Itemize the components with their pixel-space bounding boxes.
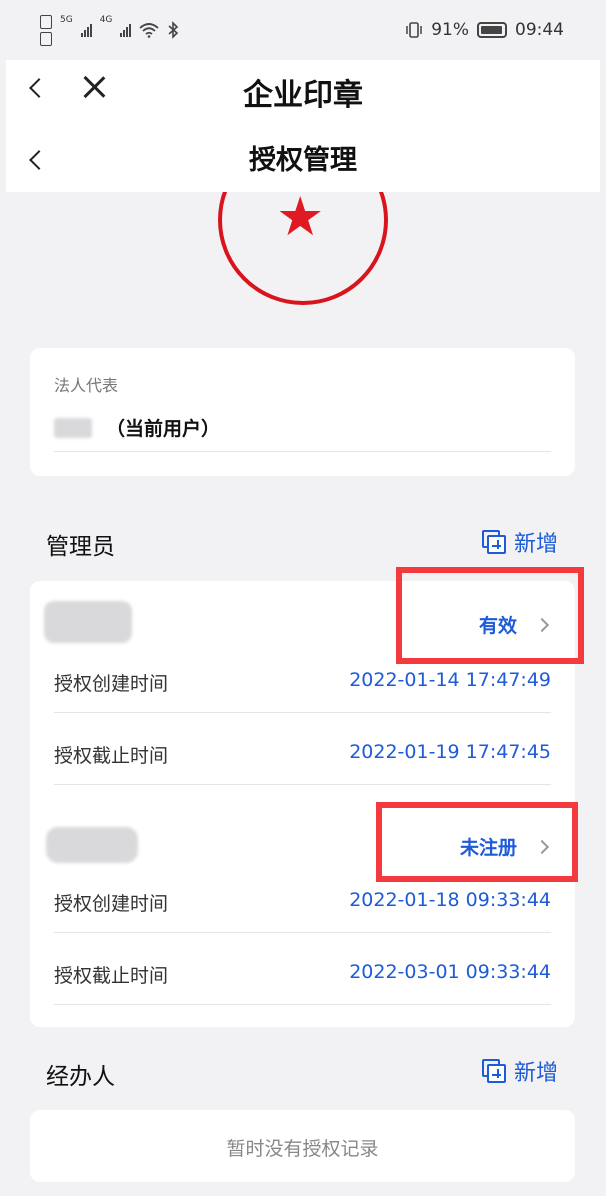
created-time-value: 2022-01-18 09:33:44 — [349, 889, 551, 911]
add-admin-button[interactable]: 新增 — [482, 526, 558, 558]
network-5g-label: 5G — [60, 14, 73, 25]
status-bar-right: 91% 09:44 — [405, 20, 564, 40]
signal-icon — [120, 23, 132, 37]
redacted-name — [54, 418, 92, 438]
sim-card-icon — [40, 14, 52, 29]
status-bar-left: 5G 4G — [40, 14, 179, 46]
agents-section-title: 经办人 — [46, 1064, 115, 1090]
divider — [54, 451, 551, 452]
network-4g-label: 4G — [99, 14, 113, 25]
bluetooth-icon — [168, 21, 179, 39]
legal-rep-label: 法人代表 — [54, 376, 119, 395]
created-time-label: 授权创建时间 — [54, 673, 169, 695]
legal-rep-name: （当前用户） — [106, 418, 221, 440]
sub-page-title: 授权管理 — [249, 145, 357, 176]
expiry-time-value: 2022-01-19 17:47:45 — [349, 741, 551, 763]
add-icon — [482, 1059, 506, 1083]
vibrate-icon — [406, 22, 422, 38]
expiry-time-label: 授权截止时间 — [54, 965, 169, 987]
redacted-avatar — [44, 601, 132, 643]
battery-percent: 91% — [431, 20, 469, 40]
wifi-icon — [139, 23, 160, 38]
battery-icon — [477, 22, 507, 38]
secondary-nav-content: 授权管理 — [6, 118, 600, 192]
primary-nav-bar: 企业印章 — [6, 60, 600, 118]
page-title: 企业印章 — [243, 78, 363, 113]
expiry-time-label: 授权截止时间 — [54, 745, 169, 767]
highlight-box — [376, 802, 578, 882]
created-time-value: 2022-01-14 17:47:49 — [349, 669, 551, 691]
status-bar: 5G 4G 91% 09:44 — [0, 0, 606, 60]
admins-section-title: 管理员 — [46, 534, 115, 560]
agents-card: 暂时没有授权记录 — [30, 1110, 575, 1182]
add-agent-button[interactable]: 新增 — [482, 1055, 558, 1087]
divider — [54, 712, 551, 713]
clock: 09:44 — [515, 20, 564, 40]
legal-rep-card: 法人代表 （当前用户） — [30, 348, 575, 476]
divider — [54, 932, 551, 933]
created-time-label: 授权创建时间 — [54, 893, 169, 915]
sim-icons — [40, 14, 52, 46]
add-icon — [482, 530, 506, 554]
add-admin-label: 新增 — [514, 532, 559, 557]
star-icon: ★ — [276, 185, 325, 248]
add-agent-label: 新增 — [514, 1061, 559, 1086]
expiry-time-value: 2022-03-01 09:33:44 — [349, 961, 551, 983]
sim-card-icon — [40, 31, 52, 46]
divider — [54, 784, 551, 785]
redacted-avatar — [46, 827, 138, 863]
empty-state-text: 暂时没有授权记录 — [226, 1138, 379, 1160]
divider — [54, 1004, 551, 1005]
highlight-box — [396, 567, 584, 664]
signal-icon — [80, 23, 92, 37]
